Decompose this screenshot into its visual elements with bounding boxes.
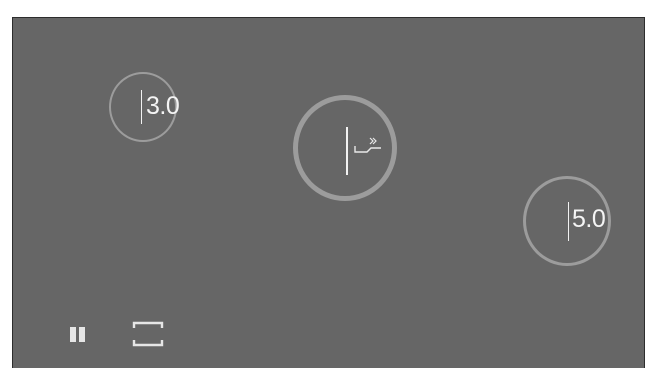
pause-icon bbox=[70, 327, 76, 342]
knob-left[interactable]: 3.0 bbox=[109, 72, 180, 142]
return-arrow-icon bbox=[354, 137, 381, 153]
app-frame: 3.0 5.0 bbox=[0, 0, 657, 368]
fullscreen-button[interactable] bbox=[131, 319, 165, 349]
pause-icon-bar bbox=[79, 327, 85, 342]
pause-button[interactable] bbox=[68, 324, 88, 344]
knob-right-value: 5.0 bbox=[572, 205, 606, 233]
text-cursor bbox=[568, 202, 569, 241]
text-cursor bbox=[141, 90, 142, 124]
knob-right[interactable]: 5.0 bbox=[523, 176, 611, 266]
player-screen[interactable]: 3.0 5.0 bbox=[12, 17, 645, 368]
knob-center[interactable] bbox=[293, 95, 397, 201]
fullscreen-icon bbox=[132, 321, 164, 347]
text-cursor bbox=[346, 127, 348, 175]
knob-left-value: 3.0 bbox=[146, 92, 180, 120]
